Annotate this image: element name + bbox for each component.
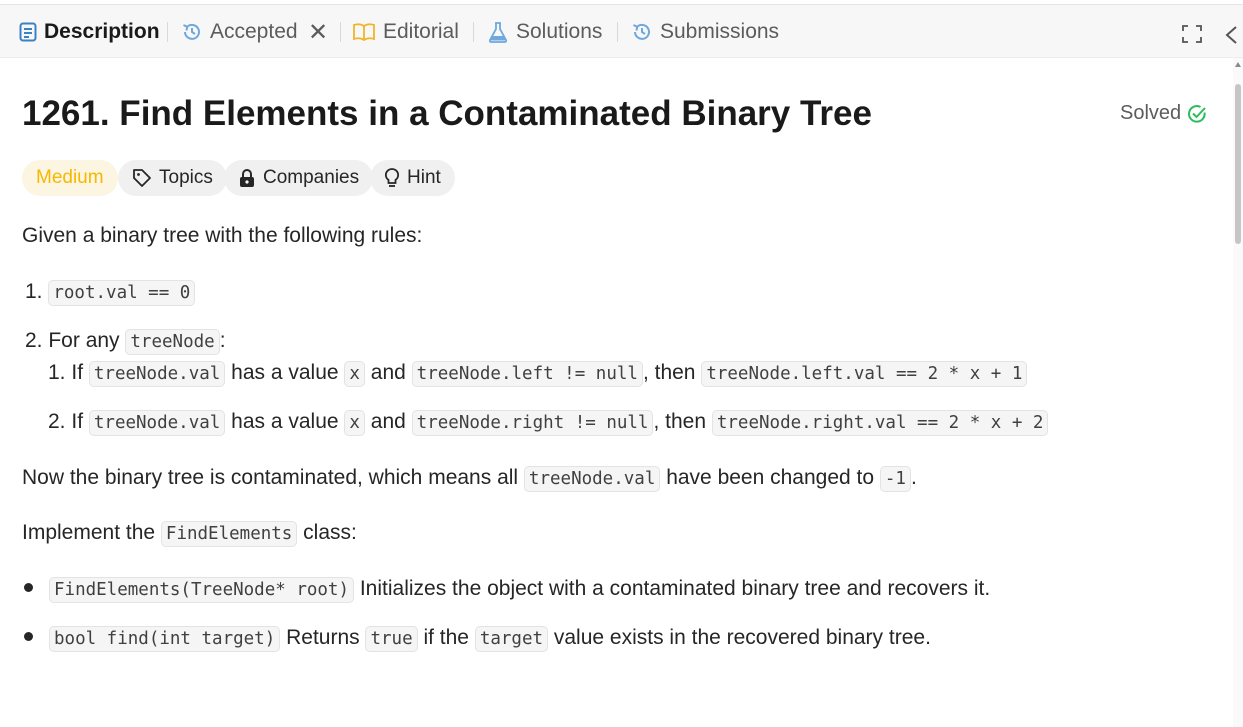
scrollbar-thumb[interactable] (1235, 84, 1241, 244)
text: : (219, 329, 226, 352)
text: has a value (225, 361, 345, 384)
text: has a value (225, 410, 345, 433)
inline-code: treeNode (125, 329, 220, 355)
list-number: 1. (48, 361, 66, 384)
text: value exists in the recovered binary tre… (548, 626, 931, 649)
inline-code: treeNode.left != null (411, 361, 643, 387)
hint-label: Hint (407, 167, 441, 188)
tab-description-label: Description (44, 20, 160, 43)
inline-code: FindElements(TreeNode* root) (49, 577, 355, 603)
text: , then (642, 361, 702, 384)
difficulty-label: Medium (36, 167, 104, 188)
list-item: bool find(int target) Returns true if th… (24, 626, 931, 652)
history-icon (181, 21, 203, 43)
intro-text: Given a binary tree with the following r… (22, 224, 423, 247)
difficulty-badge: Medium (22, 160, 118, 196)
history-icon (631, 21, 653, 43)
description-icon (19, 22, 37, 42)
solved-label: Solved (1120, 102, 1182, 124)
tab-description[interactable]: Description (19, 5, 160, 59)
inline-code: x (344, 410, 365, 436)
tab-bar: Description Accepted ✕ Editorial Solutio… (0, 4, 1243, 58)
tab-accepted-label: Accepted (210, 20, 298, 43)
companies-label: Companies (263, 167, 360, 188)
inline-code: treeNode.val (523, 466, 661, 492)
inline-code: treeNode.val (88, 361, 226, 387)
text: Now the binary tree is contaminated, whi… (22, 466, 524, 489)
inline-code: true (365, 626, 418, 652)
bullet (24, 582, 33, 592)
scroll-up-arrow[interactable] (1235, 62, 1241, 67)
text: Returns (280, 626, 366, 649)
inline-code: treeNode.right.val == 2 * x + 2 (711, 410, 1049, 436)
topics-button[interactable]: Topics (118, 160, 227, 196)
inline-code: -1 (879, 466, 911, 492)
tab-separator (167, 22, 168, 42)
lightbulb-icon (384, 167, 400, 189)
list-number: 2. (48, 410, 66, 433)
hint-button[interactable]: Hint (370, 160, 455, 196)
flask-icon (487, 21, 509, 43)
inline-code: treeNode.val (88, 410, 226, 436)
companies-button[interactable]: Companies (224, 160, 374, 196)
list-item: 2. For any treeNode: (25, 329, 226, 355)
tab-separator (473, 22, 474, 42)
check-circle-icon (1181, 104, 1207, 124)
tab-submissions-label: Submissions (660, 20, 780, 43)
list-number: 2. (25, 329, 43, 352)
topics-label: Topics (159, 167, 213, 188)
contamination-text: Now the binary tree is contaminated, whi… (22, 466, 917, 492)
text: If (71, 410, 89, 433)
inline-code: x (344, 361, 365, 387)
book-icon (352, 22, 376, 42)
chevron-left-icon[interactable] (1224, 25, 1238, 50)
bullet (24, 631, 33, 641)
tab-submissions[interactable]: Submissions (631, 5, 779, 59)
tab-editorial[interactable]: Editorial (352, 5, 459, 59)
list-number: 1. (25, 280, 43, 303)
solved-status: Solved (1120, 102, 1207, 125)
tab-accepted[interactable]: Accepted (181, 5, 298, 59)
text: For any (48, 329, 126, 352)
close-tab-icon[interactable]: ✕ (308, 5, 328, 59)
text: Initializes the object with a contaminat… (354, 577, 991, 600)
inline-code: target (474, 626, 549, 652)
tag-icon (132, 168, 152, 188)
text: class: (297, 521, 357, 544)
text: and (364, 361, 412, 384)
fullscreen-icon[interactable] (1182, 25, 1202, 48)
list-item: 2. If treeNode.val has a value x and tre… (48, 410, 1049, 436)
inline-code: FindElements (160, 521, 298, 547)
text: . (910, 466, 917, 489)
inline-code: treeNode.left.val == 2 * x + 1 (701, 361, 1028, 387)
list-item: FindElements(TreeNode* root) Initializes… (24, 577, 991, 603)
list-item: 1. root.val == 0 (25, 280, 196, 306)
text: Implement the (22, 521, 161, 544)
tab-editorial-label: Editorial (383, 20, 459, 43)
text: If (71, 361, 89, 384)
tab-separator (340, 22, 341, 42)
lock-icon (238, 168, 256, 188)
inline-code: root.val == 0 (48, 280, 196, 306)
implement-text: Implement the FindElements class: (22, 521, 357, 547)
list-item: 1. If treeNode.val has a value x and tre… (48, 361, 1028, 387)
inline-code: bool find(int target) (49, 626, 281, 652)
text: have been changed to (660, 466, 880, 489)
text: if the (417, 626, 475, 649)
tab-solutions[interactable]: Solutions (487, 5, 602, 59)
tab-solutions-label: Solutions (516, 20, 603, 43)
page-title: 1261. Find Elements in a Contaminated Bi… (22, 94, 872, 133)
text: and (364, 410, 412, 433)
text: , then (653, 410, 712, 433)
tab-separator (617, 22, 618, 42)
inline-code: treeNode.right != null (411, 410, 654, 436)
